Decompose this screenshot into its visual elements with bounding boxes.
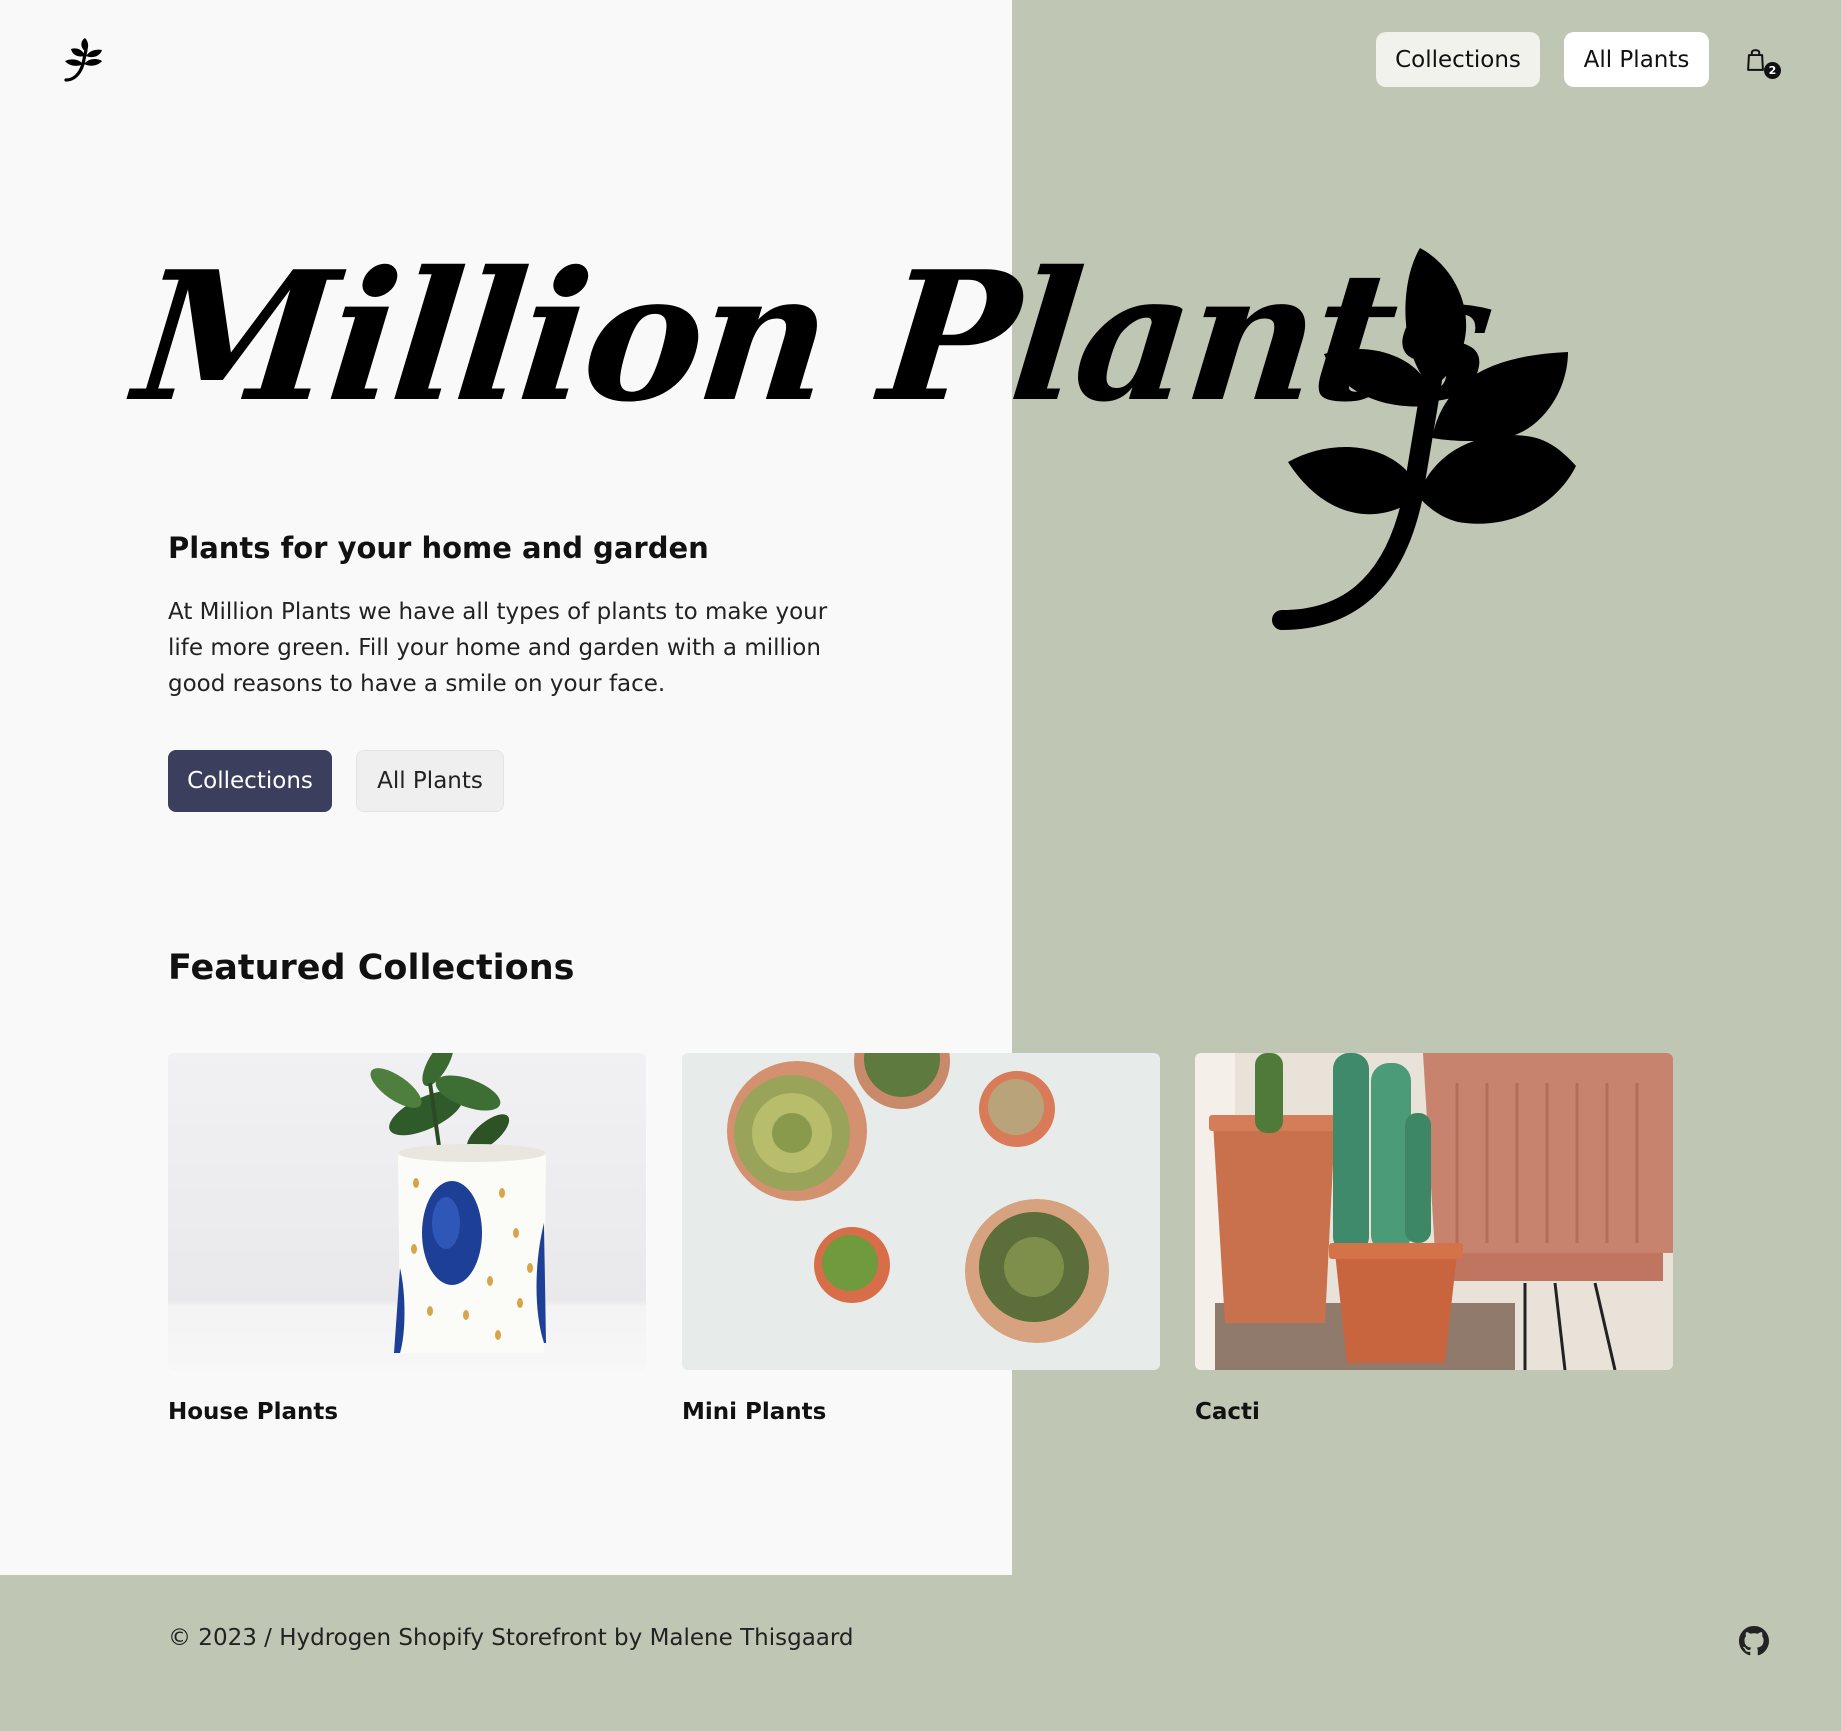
hero-subtitle: Plants for your home and garden xyxy=(168,531,709,565)
collection-card-house-plants[interactable]: House Plants xyxy=(168,1053,646,1425)
house-plants-image[interactable] xyxy=(168,1053,646,1370)
leaf-illustration-icon xyxy=(1272,240,1592,640)
nav-all-plants-button[interactable]: All Plants xyxy=(1564,32,1709,87)
leaf-logo-icon[interactable] xyxy=(62,36,104,84)
house-plants-title[interactable]: House Plants xyxy=(168,1399,338,1425)
nav-collections-button[interactable]: Collections xyxy=(1376,32,1540,87)
featured-collections-title: Featured Collections xyxy=(168,948,575,988)
collection-card-mini-plants[interactable]: Mini Plants xyxy=(682,1053,1160,1425)
cacti-image[interactable] xyxy=(1195,1053,1673,1370)
hero-description: At Million Plants we have all types of p… xyxy=(168,599,828,697)
footer-copyright: © 2023 / Hydrogen Shopify Storefront by … xyxy=(168,1625,854,1651)
cart-button[interactable]: 2 xyxy=(1744,46,1781,80)
footer xyxy=(0,1575,1841,1731)
collection-card-cacti[interactable]: Cacti xyxy=(1195,1053,1673,1425)
cart-count-badge: 2 xyxy=(1764,62,1781,79)
cacti-title[interactable]: Cacti xyxy=(1195,1399,1260,1425)
mini-plants-image[interactable] xyxy=(682,1053,1160,1370)
hero-collections-button[interactable]: Collections xyxy=(168,750,332,812)
hero-all-plants-button[interactable]: All Plants xyxy=(356,750,504,812)
mini-plants-title[interactable]: Mini Plants xyxy=(682,1399,826,1425)
github-icon[interactable] xyxy=(1739,1626,1769,1656)
